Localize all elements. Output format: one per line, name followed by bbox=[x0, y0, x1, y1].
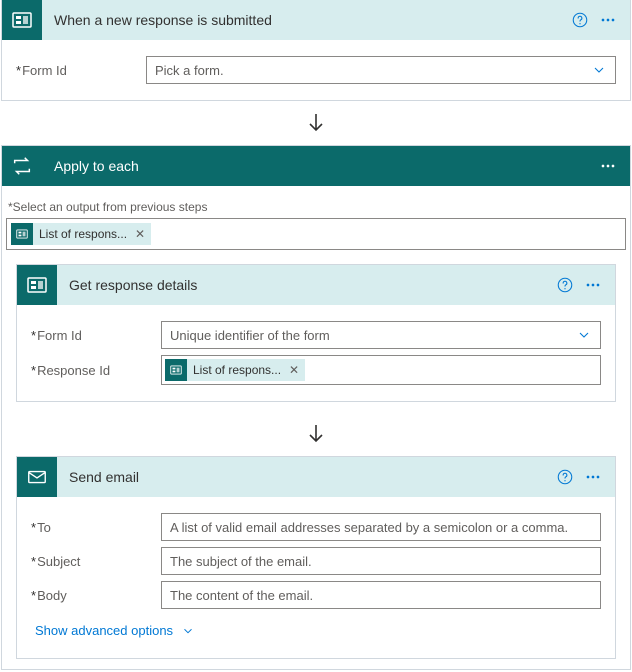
help-icon[interactable] bbox=[553, 465, 577, 489]
forms-icon bbox=[11, 223, 33, 245]
trigger-title: When a new response is submitted bbox=[42, 12, 564, 28]
token-label: List of respons... bbox=[193, 363, 281, 377]
foreach-hint-label: *Select an output from previous steps bbox=[8, 200, 630, 214]
more-menu-icon[interactable] bbox=[581, 465, 605, 489]
forms-icon bbox=[17, 265, 57, 305]
body-input[interactable]: The content of the email. bbox=[161, 581, 601, 609]
token-chip[interactable]: List of respons... ✕ bbox=[165, 359, 305, 381]
get-response-card: Get response details *Form Id Unique ide… bbox=[16, 264, 616, 402]
forms-icon bbox=[2, 0, 42, 40]
send-email-card: Send email *To A list of valid email add… bbox=[16, 456, 616, 659]
response-id-input[interactable]: List of respons... ✕ bbox=[161, 355, 601, 385]
get-response-title: Get response details bbox=[57, 277, 549, 293]
remove-token-icon[interactable]: ✕ bbox=[289, 363, 299, 377]
response-id-label: *Response Id bbox=[31, 363, 161, 378]
help-icon[interactable] bbox=[553, 273, 577, 297]
arrow-connector bbox=[0, 101, 632, 145]
foreach-header[interactable]: Apply to each bbox=[2, 146, 630, 186]
more-menu-icon[interactable] bbox=[581, 273, 605, 297]
foreach-card: Apply to each *Select an output from pre… bbox=[1, 145, 631, 670]
form-id-label: *Form Id bbox=[16, 63, 146, 78]
foreach-input[interactable]: List of respons... ✕ bbox=[6, 218, 626, 250]
forms-icon bbox=[165, 359, 187, 381]
chevron-down-icon bbox=[576, 327, 592, 343]
to-input[interactable]: A list of valid email addresses separate… bbox=[161, 513, 601, 541]
more-menu-icon[interactable] bbox=[596, 8, 620, 32]
arrow-connector bbox=[2, 412, 630, 456]
form-id-select[interactable]: Unique identifier of the form bbox=[161, 321, 601, 349]
show-advanced-options[interactable]: Show advanced options bbox=[31, 615, 199, 648]
form-id-label: *Form Id bbox=[31, 328, 161, 343]
send-email-header[interactable]: Send email bbox=[17, 457, 615, 497]
subject-label: *Subject bbox=[31, 554, 161, 569]
mail-icon bbox=[17, 457, 57, 497]
form-id-select[interactable]: Pick a form. bbox=[146, 56, 616, 84]
token-label: List of respons... bbox=[39, 227, 127, 241]
token-chip[interactable]: List of respons... ✕ bbox=[11, 223, 151, 245]
loop-icon bbox=[2, 146, 42, 186]
foreach-title: Apply to each bbox=[42, 158, 592, 174]
to-label: *To bbox=[31, 520, 161, 535]
help-icon[interactable] bbox=[568, 8, 592, 32]
get-response-header[interactable]: Get response details bbox=[17, 265, 615, 305]
trigger-header[interactable]: When a new response is submitted bbox=[2, 0, 630, 40]
chevron-down-icon bbox=[591, 62, 607, 78]
body-label: *Body bbox=[31, 588, 161, 603]
more-menu-icon[interactable] bbox=[596, 154, 620, 178]
trigger-card: When a new response is submitted *Form I… bbox=[1, 0, 631, 101]
subject-input[interactable]: The subject of the email. bbox=[161, 547, 601, 575]
send-email-title: Send email bbox=[57, 469, 549, 485]
remove-token-icon[interactable]: ✕ bbox=[135, 227, 145, 241]
